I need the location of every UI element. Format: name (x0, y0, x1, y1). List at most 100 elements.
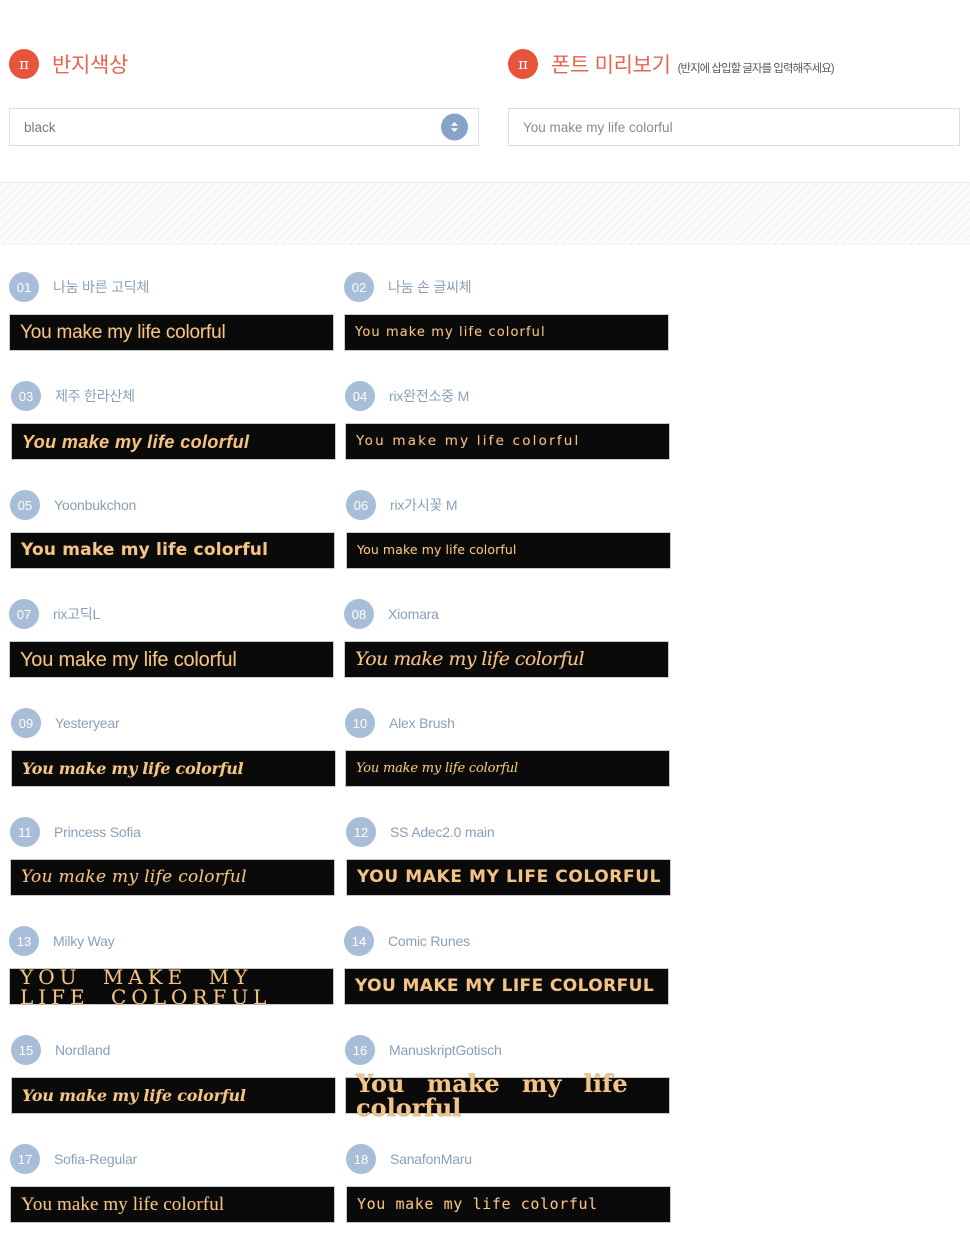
font-item-03[interactable]: 03 제주 한라산체 You make my life colorful (11, 381, 336, 490)
font-item-13[interactable]: 13 Milky Way You make my life colorful (9, 926, 334, 1035)
font-preview-box: You make my life colorful (345, 750, 670, 787)
font-number-badge: 08 (344, 599, 374, 629)
font-preview-note: (반지에 삽입할 글자를 입력해주세요) (677, 63, 835, 75)
font-item-08[interactable]: 08 Xiomara You make my life colorful (344, 599, 669, 708)
font-item-07[interactable]: 07 rix고딕L You make my life colorful (9, 599, 334, 708)
font-sample-text: You make my life colorful (356, 1068, 628, 1122)
font-item-15[interactable]: 15 Nordland You make my life colorful (11, 1035, 336, 1144)
font-name-label: Alex Brush (389, 715, 455, 731)
font-number-badge: 09 (11, 708, 41, 738)
font-name-label: Milky Way (53, 933, 115, 949)
font-item-header: 06 rix가시꽃 M (346, 490, 671, 520)
font-sample-text: You make my life colorful (356, 761, 518, 776)
font-name-label: Comic Runes (388, 933, 470, 949)
font-preview-box: You make my life colorful (346, 859, 671, 896)
font-item-14[interactable]: 14 Comic Runes You make my life colorful (344, 926, 669, 1035)
font-preview-box: You make my life colorful (11, 750, 336, 787)
font-item-01[interactable]: 01 나눔 바른 고딕체 You make my life colorful (9, 272, 334, 381)
font-preview-box: You make my life colorful (11, 1077, 336, 1114)
font-item-09[interactable]: 09 Yesteryear You make my life colorful (11, 708, 336, 817)
font-preview-box: You make my life colorful (9, 314, 334, 351)
font-item-17[interactable]: 17 Sofia-Regular You make my life colorf… (10, 1144, 335, 1253)
control-panels: π 반지색상 π 폰트 미리보기 (반지에 삽입할 글자를 입력해주세요) (0, 0, 970, 146)
ring-color-panel: π 반지색상 (9, 0, 479, 146)
font-item-16[interactable]: 16 ManuskriptGotisch You make my life co… (345, 1035, 670, 1144)
font-item-06[interactable]: 06 rix가시꽃 M You make my life colorful (346, 490, 671, 599)
font-item-10[interactable]: 10 Alex Brush You make my life colorful (345, 708, 670, 817)
font-item-header: 07 rix고딕L (9, 599, 334, 629)
font-item-header: 16 ManuskriptGotisch (345, 1035, 670, 1065)
font-sample-text: You make my life colorful (22, 1085, 246, 1105)
font-number-badge: 05 (10, 490, 40, 520)
font-item-header: 18 SanafonMaru (346, 1144, 671, 1174)
font-preview-box: You make my life colorful (10, 1186, 335, 1223)
font-sample-text: You make my life colorful (357, 542, 517, 558)
font-number-badge: 17 (10, 1144, 40, 1174)
font-preview-box: You make my life colorful (344, 314, 669, 351)
ring-color-select[interactable] (9, 108, 479, 146)
font-item-header: 17 Sofia-Regular (10, 1144, 335, 1174)
font-sample-text: You make my life colorful (357, 1195, 598, 1213)
stepper-updown-icon[interactable] (441, 113, 468, 141)
font-preview-box: You make my life colorful (9, 967, 334, 1007)
preview-text-input[interactable] (508, 108, 960, 146)
font-name-label: rix고딕L (53, 606, 101, 622)
font-number-badge: 04 (345, 381, 375, 411)
font-item-header: 11 Princess Sofia (10, 817, 335, 847)
font-item-header: 09 Yesteryear (11, 708, 336, 738)
font-sample-text: You make my life colorful (21, 540, 269, 560)
font-item-header: 15 Nordland (11, 1035, 336, 1065)
font-item-header: 02 나눔 손 글씨체 (344, 272, 669, 302)
ring-color-header: π 반지색상 (9, 0, 479, 88)
font-name-label: rix완전소중 M (389, 388, 470, 404)
font-preview-box: You make my life colorful (9, 641, 334, 678)
font-item-header: 04 rix완전소중 M (345, 381, 670, 411)
font-number-badge: 12 (346, 817, 376, 847)
font-preview-box: You make my life colorful (346, 1186, 671, 1223)
font-number-badge: 13 (9, 926, 39, 956)
font-preview-box: You make my life colorful (10, 859, 335, 896)
font-number-badge: 11 (10, 817, 40, 847)
font-item-header: 14 Comic Runes (344, 926, 669, 956)
font-name-label: SanafonMaru (390, 1151, 472, 1167)
font-number-badge: 14 (344, 926, 374, 956)
font-number-badge: 18 (346, 1144, 376, 1174)
font-item-02[interactable]: 02 나눔 손 글씨체 You make my life colorful (344, 272, 669, 381)
font-item-11[interactable]: 11 Princess Sofia You make my life color… (10, 817, 335, 926)
font-item-header: 10 Alex Brush (345, 708, 670, 738)
font-name-label: 제주 한라산체 (55, 388, 135, 404)
font-preview-header: π 폰트 미리보기 (반지에 삽입할 글자를 입력해주세요) (508, 0, 960, 88)
font-number-badge: 16 (345, 1035, 375, 1065)
font-preview-panel: π 폰트 미리보기 (반지에 삽입할 글자를 입력해주세요) (508, 0, 960, 146)
font-sample-text: You make my life colorful (22, 758, 244, 778)
font-name-label: rix가시꽃 M (390, 497, 458, 513)
font-name-label: Yesteryear (55, 715, 120, 731)
font-item-header: 05 Yoonbukchon (10, 490, 335, 520)
ring-color-field-wrap (9, 108, 479, 146)
font-number-badge: 03 (11, 381, 41, 411)
font-item-04[interactable]: 04 rix완전소중 M You make my life colorful (345, 381, 670, 490)
font-item-header: 03 제주 한라산체 (11, 381, 336, 411)
font-preview-page: π 반지색상 π 폰트 미리보기 (반지에 삽입할 글자를 입력해주세요) (0, 0, 970, 1223)
font-item-18[interactable]: 18 SanafonMaru You make my life colorful (346, 1144, 671, 1253)
ring-color-title: 반지색상 (52, 54, 129, 77)
font-sample-text: You make my life colorful (355, 325, 546, 340)
font-number-badge: 06 (346, 490, 376, 520)
font-name-label: 나눔 바른 고딕체 (53, 279, 150, 295)
font-sample-text: You make my life colorful (355, 976, 655, 996)
font-sample-text: You make my life colorful (22, 431, 250, 452)
font-item-header: 08 Xiomara (344, 599, 669, 629)
font-sample-text: You make my life colorful (357, 867, 662, 887)
font-name-label: ManuskriptGotisch (389, 1042, 502, 1058)
font-item-12[interactable]: 12 SS Adec2.0 main You make my life colo… (346, 817, 671, 926)
font-name-label: Princess Sofia (54, 824, 141, 840)
font-preview-title: 폰트 미리보기 (551, 54, 671, 77)
pi-icon: π (9, 49, 39, 79)
font-name-label: Nordland (55, 1042, 111, 1058)
font-preview-box: You make my life colorful (344, 968, 669, 1005)
pi-icon: π (508, 49, 538, 79)
font-sample-text: You make my life colorful (355, 648, 585, 670)
font-name-label: Xiomara (388, 606, 439, 622)
font-name-label: 나눔 손 글씨체 (388, 279, 472, 295)
font-item-05[interactable]: 05 Yoonbukchon You make my life colorful (10, 490, 335, 599)
